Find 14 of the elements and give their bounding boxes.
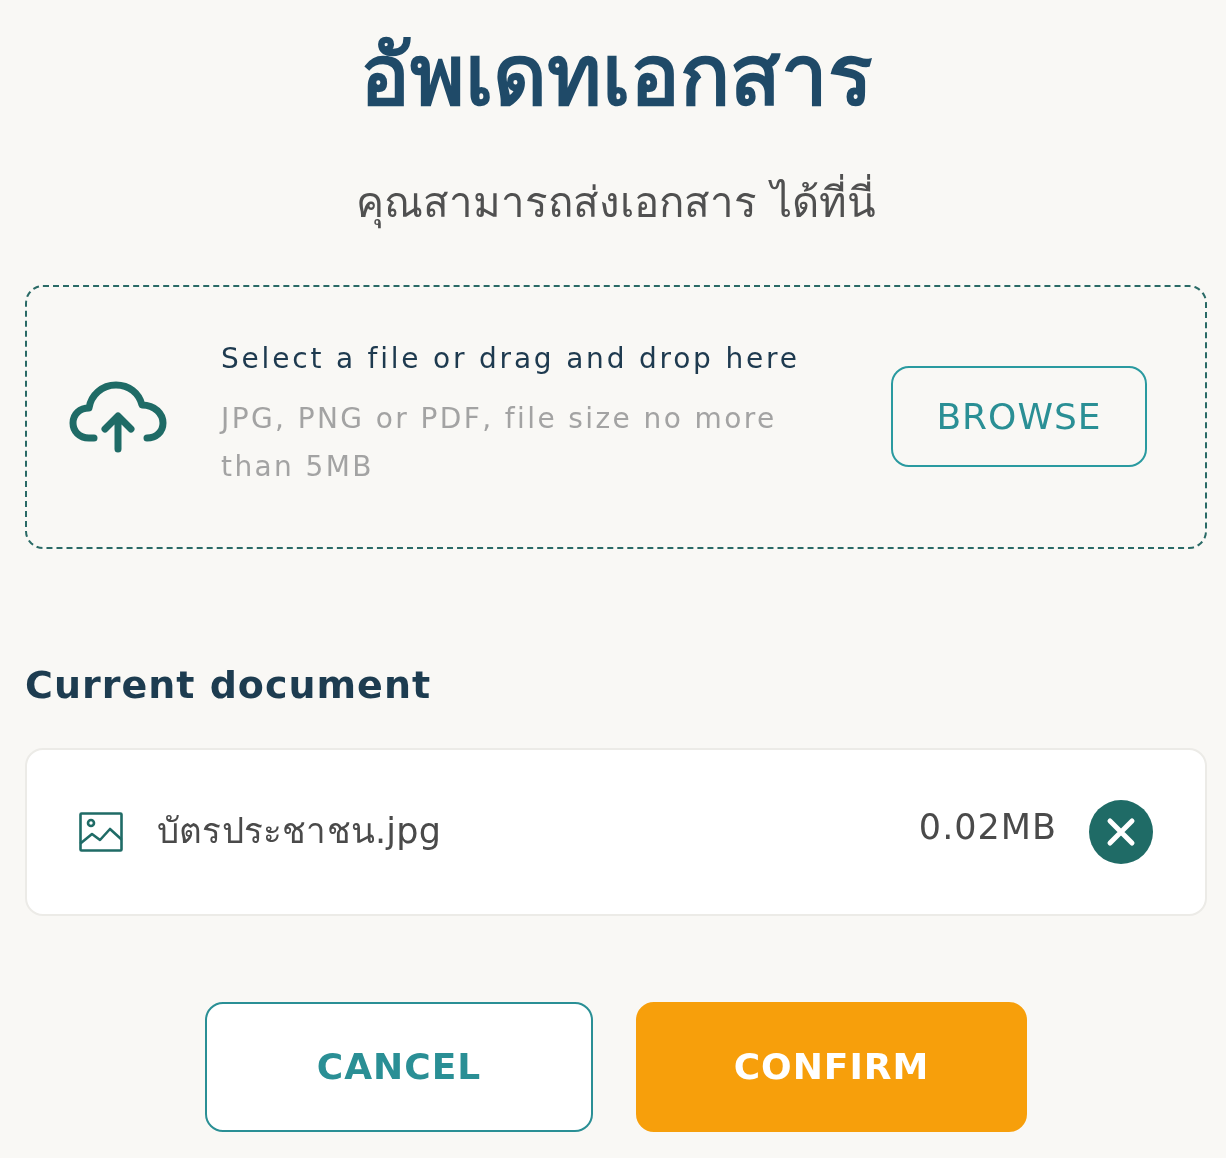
remove-file-icon[interactable]: [1089, 799, 1153, 864]
upload-hint: JPG, PNG or PDF, file size no more than 5MB: [221, 401, 778, 486]
image-file-icon: [79, 811, 123, 852]
cancel-button[interactable]: CANCEL: [205, 1001, 593, 1132]
section-heading: Current document: [25, 665, 433, 704]
browse-button[interactable]: BROWSE: [891, 366, 1147, 468]
page-subtitle: คุณสามารถส่งเอกสาร ได้ที่นี่: [25, 170, 1207, 234]
page-title: อัพเดทเอกสาร: [358, 26, 874, 126]
file-name: บัตรประชาชน.jpg: [157, 810, 442, 854]
file-size: 0.02MB: [918, 806, 1057, 850]
confirm-button[interactable]: CONFIRM: [636, 1001, 1027, 1132]
drop-zone[interactable]: Select a file or drag and drop here JPG, PNG or PDF, file size no more than 5MB BROWSE: [25, 284, 1207, 549]
cloud-upload-icon: [69, 380, 167, 453]
upload-prompt: Select a file or drag and drop here: [221, 341, 801, 376]
